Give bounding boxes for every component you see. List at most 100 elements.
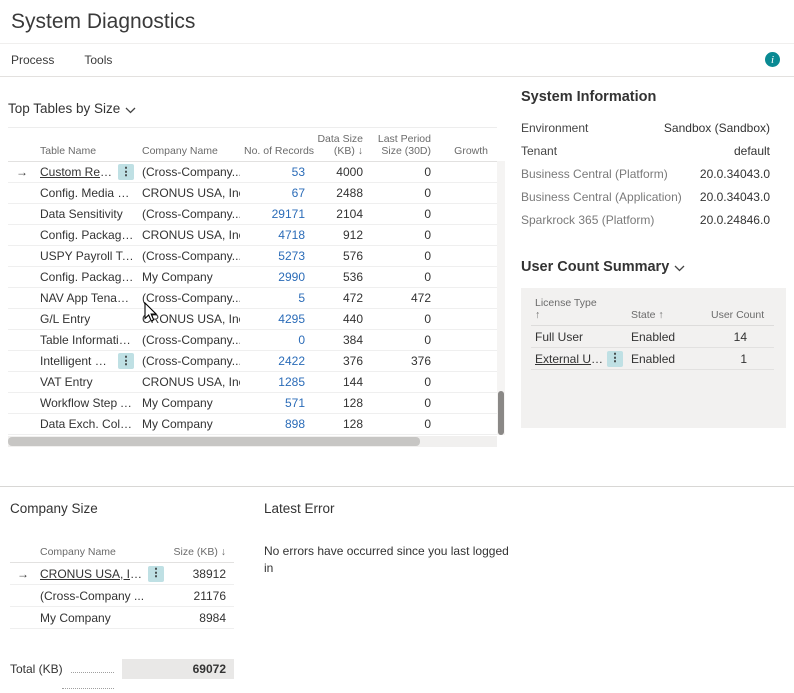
license-type-cell[interactable]: Full User — [531, 330, 627, 344]
records-count-link[interactable]: 4718 — [240, 228, 313, 242]
user-count-row[interactable]: External User ⋮ Enabled 1 — [531, 348, 774, 370]
table-row[interactable]: USPY Payroll Tax... (Cross-Company... 5273… — [8, 246, 497, 267]
table-name-cell[interactable]: Config. Package ... — [36, 270, 138, 284]
table-name-text[interactable]: Data Sensitivity — [40, 207, 134, 221]
table-name-text[interactable]: G/L Entry — [40, 312, 134, 326]
table-row[interactable]: Workflow Step A... My Company 571 128 0 — [8, 393, 497, 414]
vertical-scrollbar[interactable] — [497, 161, 505, 435]
records-count-link[interactable]: 1285 — [240, 375, 313, 389]
license-type-text[interactable]: External User — [535, 352, 604, 366]
chevron-down-icon[interactable] — [674, 260, 685, 276]
table-name-text[interactable]: Config. Package ... — [40, 228, 134, 242]
table-name-cell[interactable]: Table Informatio... — [36, 333, 138, 347]
table-row[interactable]: Intelligent Cloud...⋮ (Cross-Company...24… — [8, 351, 497, 372]
license-type-text[interactable]: Full User — [535, 330, 623, 344]
table-name-cell[interactable]: G/L Entry — [36, 312, 138, 326]
row-menu-icon[interactable]: ⋮ — [607, 350, 623, 367]
row-menu-icon[interactable]: ⋮ — [118, 164, 134, 180]
table-name-text[interactable]: Config. Media B... — [40, 186, 134, 200]
company-size-row[interactable]: My Company 8984 — [10, 607, 234, 629]
table-name-cell[interactable]: USPY Payroll Tax... — [36, 249, 138, 263]
table-name-text[interactable]: Intelligent Cloud... — [40, 354, 115, 368]
row-menu-icon[interactable]: ⋮ — [148, 565, 164, 582]
records-count-link[interactable]: 2990 — [240, 270, 313, 284]
table-name-text[interactable]: Data Exch. Colu... — [40, 417, 134, 431]
company-name-text[interactable]: My Company — [40, 611, 164, 625]
table-name-text[interactable]: VAT Entry — [40, 375, 134, 389]
records-count-link[interactable]: 898 — [240, 417, 313, 431]
company-name-text[interactable]: (Cross-Company ... — [40, 589, 164, 603]
records-count-link[interactable]: 29171 — [240, 207, 313, 221]
records-count-link[interactable]: 2422 — [240, 354, 313, 368]
records-count-link[interactable]: 571 — [240, 396, 313, 410]
records-count-link[interactable]: 5273 — [240, 249, 313, 263]
horizontal-scrollbar[interactable] — [8, 436, 497, 447]
records-count-link[interactable]: 67 — [240, 186, 313, 200]
company-name-cell: CRONUS USA, Inc. — [142, 186, 240, 200]
top-tables-title[interactable]: Top Tables by Size — [8, 99, 505, 117]
company-name-text[interactable]: CRONUS USA, Inc. — [40, 567, 145, 581]
records-count-link[interactable]: 0 — [240, 333, 313, 347]
company-name-cell: CRONUS USA, Inc. — [142, 312, 240, 326]
table-name-cell[interactable]: Workflow Step A... — [36, 396, 138, 410]
last-period-cell: 0 — [424, 165, 431, 179]
company-size-row[interactable]: (Cross-Company ... 21176 — [10, 585, 234, 607]
col-data-size[interactable]: Data Size (KB) ↓ — [313, 133, 371, 157]
table-row[interactable]: Config. Media B... CRONUS USA, Inc. 67 2488… — [8, 183, 497, 204]
horizontal-scrollbar-thumb[interactable] — [8, 437, 420, 446]
menu-process[interactable]: Process — [11, 53, 54, 67]
menu-tools[interactable]: Tools — [84, 53, 112, 67]
col-records[interactable]: No. of Records — [240, 145, 314, 157]
records-count-link[interactable]: 53 — [240, 165, 313, 179]
table-row[interactable]: VAT Entry CRONUS USA, Inc. 1285 144 0 — [8, 372, 497, 393]
data-size-cell: 536 — [342, 270, 363, 284]
table-row[interactable]: Data Sensitivity (Cross-Company... 29171 21… — [8, 204, 497, 225]
table-row[interactable]: Data Exch. Colu... My Company 898 128 0 — [8, 414, 497, 435]
col-last-period[interactable]: Last Period Size (30D) — [371, 133, 439, 157]
company-size-row[interactable]: → CRONUS USA, Inc. ⋮ 38912 — [10, 563, 234, 585]
table-name-cell[interactable]: Data Exch. Colu... — [36, 417, 138, 431]
table-name-text[interactable]: Config. Package ... — [40, 270, 134, 284]
table-name-text[interactable]: NAV App Tenant... — [40, 291, 134, 305]
row-menu-icon[interactable]: ⋮ — [118, 353, 134, 369]
company-name-cell[interactable]: CRONUS USA, Inc. ⋮ — [36, 565, 168, 582]
col-license-type[interactable]: License Type ↑ — [531, 297, 627, 321]
col-company-name[interactable]: Company Name — [138, 145, 240, 157]
table-name-cell[interactable]: Data Sensitivity — [36, 207, 138, 221]
table-row[interactable]: NAV App Tenant... (Cross-Company... 5 472 47… — [8, 288, 497, 309]
table-row[interactable]: Config. Package ... My Company 2990 536 0 — [8, 267, 497, 288]
table-row[interactable]: → Custom Report ...⋮ (Cross-Company...53 40… — [8, 162, 497, 183]
last-period-cell: 0 — [424, 333, 431, 347]
table-row[interactable]: Config. Package ... CRONUS USA, Inc. 4718 9… — [8, 225, 497, 246]
table-name-cell[interactable]: VAT Entry — [36, 375, 138, 389]
user-count-title[interactable]: User Count Summary — [521, 257, 786, 276]
col-growth[interactable]: Growth — [439, 145, 496, 157]
table-name-cell[interactable]: Custom Report ...⋮ — [36, 164, 138, 180]
table-name-cell[interactable]: Config. Media B... — [36, 186, 138, 200]
records-count-link[interactable]: 4295 — [240, 312, 313, 326]
table-name-text[interactable]: USPY Payroll Tax... — [40, 249, 134, 263]
table-row[interactable]: Table Informatio... (Cross-Company... 0 384… — [8, 330, 497, 351]
table-name-text[interactable]: Workflow Step A... — [40, 396, 134, 410]
col-table-name[interactable]: Table Name — [36, 145, 138, 157]
col-state[interactable]: State ↑ — [627, 309, 707, 321]
table-name-cell[interactable]: Config. Package ... — [36, 228, 138, 242]
table-name-text[interactable]: Custom Report ... — [40, 165, 115, 179]
info-icon[interactable]: i — [765, 52, 780, 67]
table-row[interactable]: G/L Entry CRONUS USA, Inc. 4295 440 0 — [8, 309, 497, 330]
table-name-cell[interactable]: Intelligent Cloud...⋮ — [36, 353, 138, 369]
vertical-scrollbar-thumb[interactable] — [498, 391, 504, 435]
user-count-row[interactable]: Full User Enabled 14 — [531, 326, 774, 348]
col-size-kb[interactable]: Size (KB) ↓ — [168, 546, 234, 558]
company-name-cell[interactable]: My Company — [36, 611, 168, 625]
company-name-cell[interactable]: (Cross-Company ... — [36, 589, 168, 603]
chevron-down-icon[interactable] — [125, 102, 136, 117]
table-name-text[interactable]: Table Informatio... — [40, 333, 134, 347]
col-company[interactable]: Company Name — [36, 546, 168, 558]
top-tables-body: →Custom Report ...⋮(Cross-Company...5340… — [8, 162, 497, 435]
records-count-link[interactable]: 5 — [240, 291, 313, 305]
col-user-count[interactable]: User Count — [707, 309, 764, 321]
license-type-cell[interactable]: External User ⋮ — [531, 350, 627, 367]
table-name-cell[interactable]: NAV App Tenant... — [36, 291, 138, 305]
state-cell: Enabled — [631, 329, 676, 344]
